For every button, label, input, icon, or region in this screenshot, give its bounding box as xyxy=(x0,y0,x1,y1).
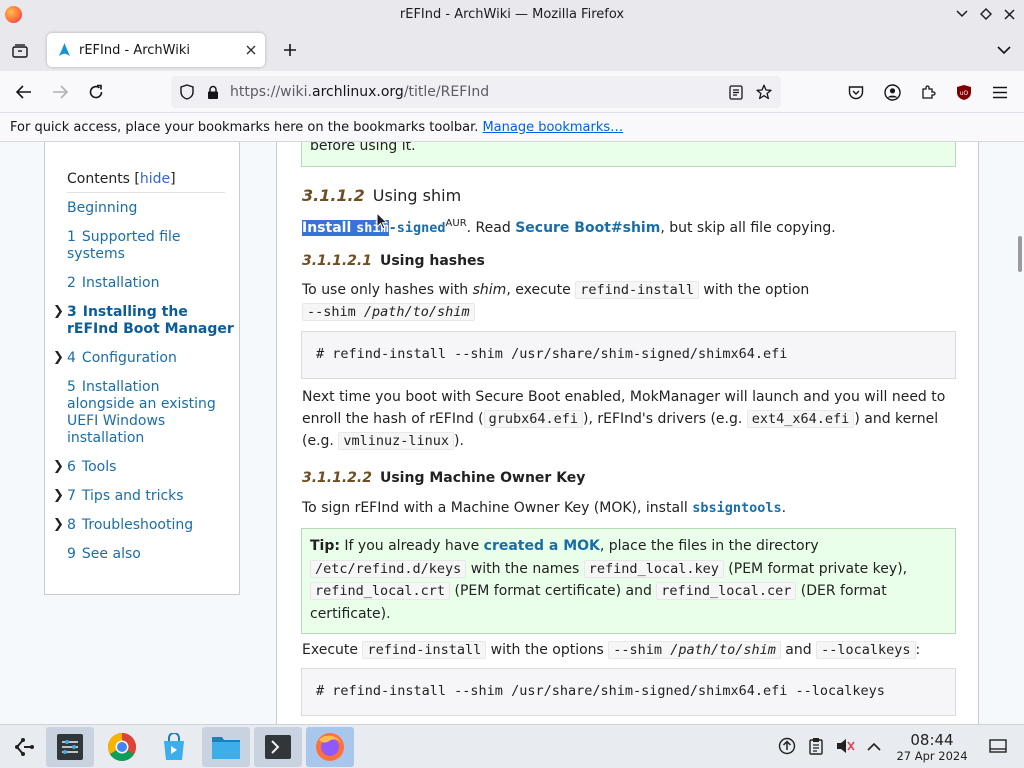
firefox-taskbar-icon[interactable] xyxy=(306,727,354,767)
firefox-view-icon[interactable] xyxy=(9,40,31,62)
clipboard-tray-icon[interactable] xyxy=(806,736,826,756)
extensions-icon[interactable] xyxy=(916,80,940,104)
window-title: rEFInd - ArchWiki — Mozilla Firefox xyxy=(399,7,625,22)
toc-item-beginning[interactable]: Beginning xyxy=(67,200,239,217)
navigation-toolbar: https://wiki.archlinux.org/title/REFInd … xyxy=(0,71,1024,113)
ublock-origin-icon[interactable]: uO xyxy=(952,80,976,104)
toc-item-configuration[interactable]: 4 Configuration xyxy=(67,350,239,367)
tip-box: Tip: If you already have created a MOK, … xyxy=(301,528,956,634)
toc-item-troubleshooting[interactable]: 8 Troubleshooting xyxy=(67,517,239,534)
scrollbar-thumb[interactable] xyxy=(1018,236,1022,272)
menu-hamburger-icon[interactable] xyxy=(988,80,1012,104)
bookmark-star-icon[interactable] xyxy=(753,81,775,103)
paragraph-execute-localkeys: Execute refind-install with the options … xyxy=(302,641,921,659)
new-tab-button[interactable] xyxy=(279,39,301,61)
tab-strip: rEFInd - ArchWiki xyxy=(0,29,1024,71)
tab-title: rEFInd - ArchWiki xyxy=(79,42,190,58)
tab-refind-archwiki[interactable]: rEFInd - ArchWiki xyxy=(47,33,265,67)
minimize-icon[interactable] xyxy=(953,5,971,23)
table-of-contents: Contents [hide] Beginning 1 Supported fil… xyxy=(44,142,240,595)
bookmarks-toolbar-message: For quick access, place your bookmarks h… xyxy=(10,119,479,135)
terminal-icon[interactable] xyxy=(254,727,302,767)
back-icon[interactable] xyxy=(12,80,36,104)
toc-title: Contents [hide] xyxy=(67,171,176,187)
toc-expand-caret-icon[interactable]: ❯ xyxy=(53,488,64,503)
chrome-icon[interactable] xyxy=(98,727,146,767)
tracking-protection-shield-icon[interactable] xyxy=(176,81,198,103)
section-heading-using-mok: 3.1.1.2.2 Using Machine Owner Key xyxy=(302,470,586,486)
note-text: before using it. xyxy=(310,142,416,154)
close-window-icon[interactable] xyxy=(1000,5,1018,23)
toc-item-tips-and-tricks[interactable]: 7 Tips and tricks xyxy=(67,488,239,505)
clock[interactable]: 08:44 27 Apr 2024 xyxy=(890,731,974,764)
tip-label: Tip: xyxy=(310,538,340,554)
aur-badge[interactable]: AUR xyxy=(446,218,467,229)
toc-expand-caret-icon[interactable]: ❯ xyxy=(53,459,64,474)
paragraph-sign-with-mok: To sign rEFInd with a Machine Owner Key … xyxy=(302,500,787,516)
toc-expand-caret-icon[interactable]: ❯ xyxy=(53,517,64,532)
firefox-logo-icon xyxy=(5,6,22,23)
svg-text:uO: uO xyxy=(960,90,969,97)
sbsigntools-package-link[interactable]: sbsigntools xyxy=(692,500,781,516)
volume-muted-icon[interactable] xyxy=(835,736,855,756)
toc-item-installation-alongside-windows[interactable]: 5 Installation alongside an existing UEFI W… xyxy=(67,379,239,447)
paragraph-mokmanager: Next time you boot with Secure Boot enab… xyxy=(302,389,946,450)
toc-expand-caret-icon[interactable]: ❯ xyxy=(53,350,64,365)
reload-icon[interactable] xyxy=(84,80,108,104)
manage-bookmarks-link[interactable]: Manage bookmarks… xyxy=(482,120,623,135)
list-all-tabs-icon[interactable] xyxy=(994,40,1014,60)
maximize-icon[interactable] xyxy=(977,5,995,23)
url-text[interactable]: https://wiki.archlinux.org/title/REFInd xyxy=(230,84,725,100)
pocket-icon[interactable] xyxy=(844,80,868,104)
secure-boot-shim-link[interactable]: Secure Boot#shim xyxy=(515,220,660,236)
paragraph-install-shim: Install shim-signedAUR. Read Secure Boot… xyxy=(302,218,836,236)
taskbar: 08:44 27 Apr 2024 xyxy=(0,724,1024,768)
clock-date: 27 Apr 2024 xyxy=(896,749,968,763)
vertical-scrollbar[interactable] xyxy=(1016,142,1024,724)
paragraph-using-hashes: To use only hashes with shim, execute re… xyxy=(302,281,810,321)
toc-item-see-also[interactable]: 9 See also xyxy=(67,546,239,563)
lock-icon[interactable] xyxy=(202,81,224,103)
section-heading-using-hashes: 3.1.1.2.1 Using hashes xyxy=(302,253,485,269)
toc-item-installation[interactable]: 2 Installation xyxy=(67,275,239,292)
section-heading-using-shim: 3.1.1.2 Using shim xyxy=(302,186,462,205)
toc-item-supported-file-systems[interactable]: 1 Supported file systems xyxy=(67,229,239,263)
code-block-refind-install-localkeys[interactable]: # refind-install --shim /usr/share/shim-… xyxy=(301,668,956,716)
show-desktop-icon[interactable] xyxy=(988,736,1008,756)
shim-signed-package-link[interactable]: shim-signed xyxy=(356,220,446,236)
toc-item-installing-refind[interactable]: 3 Installing the rEFInd Boot Manager xyxy=(67,304,239,338)
mouse-cursor-icon xyxy=(376,212,388,230)
file-manager-icon[interactable] xyxy=(202,727,250,767)
note-box: before using it. xyxy=(301,142,956,167)
archlinux-favicon-icon xyxy=(57,43,71,57)
toc-item-tools[interactable]: 6 Tools xyxy=(67,459,239,476)
address-bar[interactable]: https://wiki.archlinux.org/title/REFInd xyxy=(171,76,781,108)
discover-store-icon[interactable] xyxy=(150,727,198,767)
application-launcher-icon[interactable] xyxy=(0,727,48,767)
page-viewport[interactable]: Contents [hide] Beginning 1 Supported fil… xyxy=(0,142,1024,724)
toc-hide-link[interactable]: hide xyxy=(140,171,170,187)
show-hidden-icons-chevron-icon[interactable] xyxy=(864,736,884,756)
forward-icon[interactable] xyxy=(48,80,72,104)
close-tab-icon[interactable] xyxy=(241,40,261,60)
updates-tray-icon[interactable] xyxy=(777,736,797,756)
system-settings-icon[interactable] xyxy=(46,727,94,767)
code-block-refind-install-shim[interactable]: # refind-install --shim /usr/share/shim-… xyxy=(301,331,956,379)
window-titlebar: rEFInd - ArchWiki — Mozilla Firefox xyxy=(0,0,1024,29)
account-icon[interactable] xyxy=(880,80,904,104)
toc-expand-caret-icon[interactable]: ❯ xyxy=(53,304,64,319)
created-a-mok-link[interactable]: created a MOK xyxy=(484,538,600,554)
toc-divider xyxy=(67,192,225,193)
clock-time: 08:44 xyxy=(910,731,954,749)
bookmarks-toolbar: For quick access, place your bookmarks h… xyxy=(0,113,1024,142)
reader-view-icon[interactable] xyxy=(725,81,747,103)
